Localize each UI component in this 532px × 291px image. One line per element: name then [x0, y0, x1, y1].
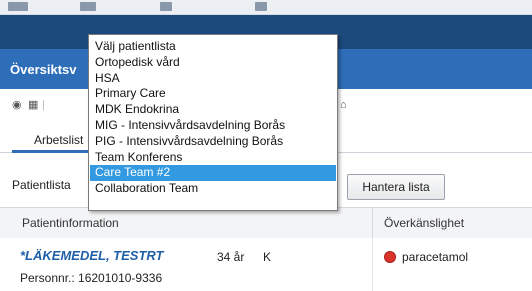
home-icon[interactable]: ⌂ — [340, 99, 351, 111]
patient-personnr: Personnr.: 16201010-9336 — [20, 271, 163, 285]
window-icon[interactable] — [255, 2, 267, 11]
patient-list-label: Patientlista — [12, 178, 71, 192]
top-menubar — [0, 0, 532, 15]
column-header-allergy[interactable]: Överkänslighet — [384, 216, 464, 230]
dropdown-option[interactable]: Välj patientlista — [90, 39, 336, 55]
calendar-icon[interactable] — [160, 2, 172, 11]
column-divider — [372, 208, 373, 238]
table-row[interactable]: *LÄKEMEDEL, TESTRT 34 år K Personnr.: 16… — [0, 238, 532, 291]
app-icon[interactable] — [80, 2, 96, 11]
view-title: Översiktsv — [10, 62, 77, 77]
toolbar-separator: | — [42, 99, 45, 111]
allergy-warning-icon — [385, 252, 395, 262]
column-header-patient-info[interactable]: Patientinformation — [22, 216, 119, 230]
tab-worklist[interactable]: Arbetslist — [12, 119, 90, 153]
dropdown-option[interactable]: Ortopedisk vård — [90, 55, 336, 71]
patient-age: 34 år — [217, 250, 245, 264]
column-divider — [372, 238, 373, 291]
allergy-value: paracetamol — [402, 250, 469, 264]
tab-worklist-label: Arbetslist — [34, 133, 84, 147]
manage-list-button[interactable]: Hantera lista — [347, 174, 445, 200]
dropdown-option[interactable]: Collaboration Team — [90, 181, 336, 197]
menu-icon[interactable] — [8, 2, 28, 11]
dropdown-option[interactable]: MDK Endokrina — [90, 102, 336, 118]
binoculars-icon[interactable]: ◉ — [12, 99, 23, 111]
dropdown-option[interactable]: Team Konferens — [90, 150, 336, 166]
dropdown-option[interactable]: PIG - Intensivvårdsavdelning Borås — [90, 134, 336, 150]
patient-sex: K — [263, 250, 272, 264]
dropdown-option[interactable]: MIG - Intensivvårdsavdelning Borås — [90, 118, 336, 134]
dropdown-option[interactable]: HSA — [90, 71, 336, 87]
patient-list-dropdown[interactable]: Välj patientlista Ortopedisk vård HSA Pr… — [88, 34, 338, 211]
patient-name[interactable]: *LÄKEMEDEL, TESTRT — [20, 248, 164, 263]
dropdown-option[interactable]: Primary Care — [90, 86, 336, 102]
table-header: Patientinformation Överkänslighet — [0, 207, 532, 239]
document-icon[interactable]: ▦ — [28, 99, 39, 111]
dropdown-option-selected[interactable]: Care Team #2 — [90, 165, 336, 182]
